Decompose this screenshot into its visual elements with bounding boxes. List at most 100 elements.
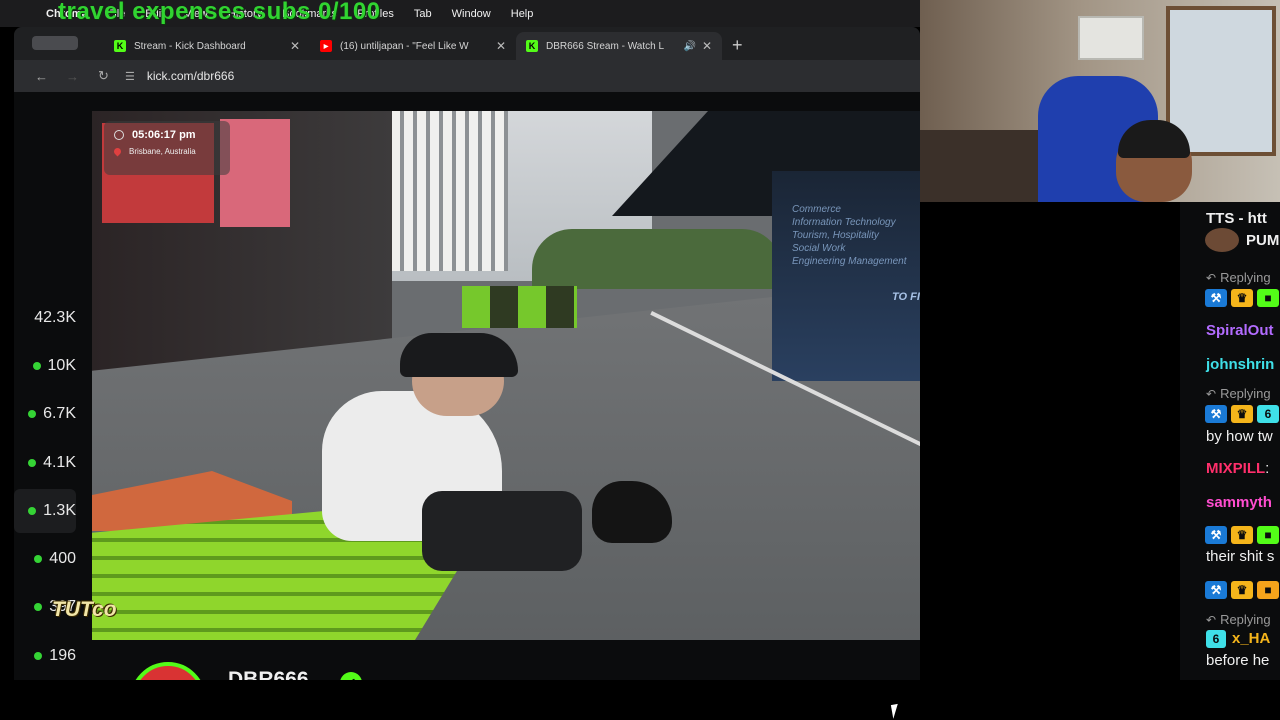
live-dot-icon <box>34 603 43 611</box>
reply-arrow-icon: ↶ <box>1206 387 1217 401</box>
location-text: Brisbane, Australia <box>129 147 196 156</box>
tab-kick-dashboard[interactable]: K Stream - Kick Dashboard ✕ <box>104 32 310 60</box>
scene-trees <box>532 229 782 289</box>
forward-arrow-icon[interactable]: → <box>57 69 88 84</box>
watermark-logo: TUTco <box>52 598 117 621</box>
sign-line: Commerce <box>792 204 841 215</box>
live-dot-icon <box>28 410 37 418</box>
speaker-icon[interactable]: 🔊 <box>683 41 695 52</box>
address-bar[interactable]: ☰ kick.com/dbr666 <box>125 69 234 83</box>
chat-username[interactable]: sammyth <box>1206 494 1272 511</box>
stat-item[interactable]: 196 <box>14 634 76 678</box>
close-tab-icon[interactable]: ✕ <box>290 39 300 53</box>
time-location-card: 05:06:17 pm Brisbane, Australia <box>104 121 230 175</box>
tab-label: Stream - Kick Dashboard <box>134 40 246 52</box>
chat-message-text: PUM <box>1246 232 1280 249</box>
live-dot-icon <box>28 459 37 467</box>
video-player[interactable]: Commerce Information Technology Tourism,… <box>92 111 920 640</box>
reply-text: Replying <box>1220 270 1271 285</box>
moderator-hammer-icon: ⚒ <box>1205 581 1227 599</box>
tab-strip: K Stream - Kick Dashboard ✕ ▶ (16) until… <box>14 27 920 60</box>
close-tab-icon[interactable]: ✕ <box>702 39 712 53</box>
kick-icon: K <box>526 40 538 52</box>
stat-value: 42.3K <box>34 309 76 326</box>
youtube-icon: ▶ <box>320 40 332 52</box>
back-arrow-icon[interactable]: ← <box>26 69 57 84</box>
stat-value: 196 <box>49 647 76 664</box>
desktop-bottom <box>0 680 1280 720</box>
chat-username[interactable]: TTS - htt <box>1206 210 1267 227</box>
chat-username[interactable]: SpiralOut <box>1206 322 1274 339</box>
stream-overlay-title: travel expenses subs 0/100 <box>58 0 381 25</box>
chat-username[interactable]: x_HA <box>1232 630 1270 647</box>
reload-icon[interactable]: ↻ <box>88 68 119 84</box>
mouse-cursor-icon <box>890 703 906 719</box>
channel-avatar[interactable] <box>130 662 206 680</box>
screen: Chrome File Edit View History Bookmarks … <box>0 0 1280 720</box>
moderator-hammer-icon: ⚒ <box>1205 526 1227 544</box>
scene-poster <box>220 119 290 227</box>
chat-badges: ⚒ ♛ 6 <box>1205 405 1280 423</box>
sub-badge-icon: 6 <box>1206 630 1226 648</box>
reply-text: Replying <box>1220 386 1271 401</box>
site-settings-icon[interactable]: ☰ <box>125 70 135 83</box>
chat-message-text: by how tw <box>1206 428 1273 445</box>
chat-username[interactable]: johnshrin <box>1206 356 1274 373</box>
scene-person-cap <box>400 333 518 377</box>
channel-info-bar: DBR666 ✓ ● ♥ <box>92 640 920 680</box>
sign-line: Information Technology <box>792 217 896 228</box>
menu-tab[interactable]: Tab <box>414 8 432 20</box>
stat-item[interactable]: 42.3K <box>14 296 76 340</box>
url-text: kick.com/dbr666 <box>146 69 235 83</box>
crown-icon: ♛ <box>1231 405 1253 423</box>
reply-arrow-icon: ↶ <box>1206 613 1217 627</box>
scene-person <box>422 491 582 571</box>
stat-item[interactable]: 4.1K <box>14 441 76 485</box>
tab-youtube[interactable]: ▶ (16) untiljapan - "Feel Like W ✕ <box>310 32 516 60</box>
webcam-air-conditioner <box>1078 16 1144 60</box>
sign-line: Tourism, Hospitality <box>792 230 879 241</box>
tab-dbr666-stream[interactable]: K DBR666 Stream - Watch L 🔊 ✕ <box>516 32 722 60</box>
tab-label: (16) untiljapan - "Feel Like W <box>340 40 469 52</box>
sign-line: Engineering Management <box>792 256 907 267</box>
tab-groups-toggle[interactable] <box>32 36 78 50</box>
stat-item[interactable]: 6.7K <box>14 392 76 436</box>
stat-value: 4.1K <box>43 454 76 471</box>
scene-tower <box>378 111 508 271</box>
menu-window[interactable]: Window <box>452 8 491 20</box>
chat-message-text: before he <box>1206 652 1270 669</box>
stat-value: 10K <box>47 357 76 374</box>
gift-icon: ■ <box>1257 581 1279 599</box>
webcam-overlay <box>920 0 1280 202</box>
stat-value: 1.3K <box>43 502 76 519</box>
chat-reply-line[interactable]: ↶ Replying <box>1206 270 1271 285</box>
new-tab-button[interactable]: + <box>732 35 743 56</box>
chat-panel: TTS - htt PUM ↶ Replying ⚒ ♛ ■ SpiralOut … <box>1180 202 1280 680</box>
stat-item[interactable]: 400 <box>14 537 76 581</box>
menu-help[interactable]: Help <box>511 8 534 20</box>
scene-sign-text: Commerce Information Technology Tourism,… <box>792 203 907 268</box>
chat-reply-line[interactable]: ↶ Replying <box>1206 612 1271 627</box>
stat-item[interactable]: 10K <box>14 344 76 388</box>
tab-label: DBR666 Stream - Watch L <box>546 40 665 52</box>
chat-username[interactable]: MIXPILL <box>1206 460 1265 477</box>
chat-message[interactable]: MIXPILL: <box>1206 460 1269 477</box>
stat-value: 400 <box>49 550 76 567</box>
crown-icon: ♛ <box>1231 581 1253 599</box>
chat-message[interactable]: TTS - htt <box>1206 210 1267 227</box>
close-tab-icon[interactable]: ✕ <box>496 39 506 53</box>
chat-avatar <box>1205 228 1239 252</box>
sub-badge-icon: 6 <box>1257 405 1279 423</box>
channel-name[interactable]: DBR666 <box>228 668 309 680</box>
chat-badges: ⚒ ♛ ■ <box>1205 289 1280 307</box>
verified-badge-icon: ✓ <box>340 672 362 680</box>
stat-item[interactable]: 1.3K <box>14 489 76 533</box>
chat-message[interactable]: 6 x_HA <box>1206 630 1270 648</box>
local-time: 05:06:17 pm <box>132 129 196 141</box>
sign-line: Social Work <box>792 243 846 254</box>
chat-badges: ⚒ ♛ ■ <box>1205 581 1280 599</box>
live-dot-icon <box>34 555 43 563</box>
gift-icon: ■ <box>1257 526 1279 544</box>
browser-window: K Stream - Kick Dashboard ✕ ▶ (16) until… <box>14 27 920 680</box>
chat-reply-line[interactable]: ↶ Replying <box>1206 386 1271 401</box>
